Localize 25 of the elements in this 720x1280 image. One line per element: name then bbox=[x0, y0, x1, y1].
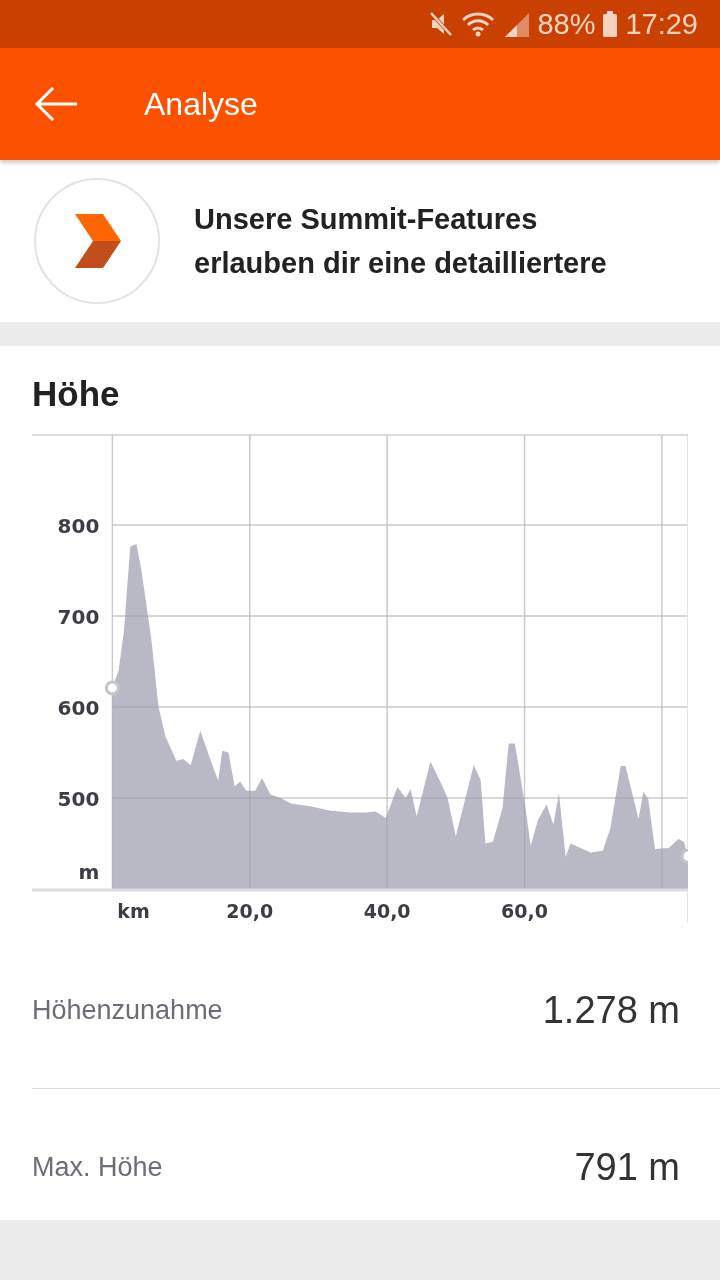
y-axis-label: 800 bbox=[57, 514, 100, 538]
stat-value: 1.278 m bbox=[542, 988, 680, 1032]
stat-value: 791 m bbox=[574, 1145, 680, 1189]
x-axis-label: 20,0 bbox=[226, 900, 274, 922]
x-axis-label: 40,0 bbox=[363, 900, 411, 922]
promo-text: Unsere Summit-Features erlauben dir eine detailliertere bbox=[194, 202, 608, 281]
y-axis-label: 600 bbox=[57, 696, 100, 720]
battery-level: 88% bbox=[537, 9, 596, 39]
start-marker bbox=[104, 680, 120, 696]
y-axis-label: 700 bbox=[57, 605, 100, 629]
screen-title: Analyse bbox=[144, 85, 258, 123]
stat-label: Höhenzunahme bbox=[32, 994, 223, 1026]
x-axis-unit: km bbox=[117, 900, 150, 922]
x-axis-label: 60,0 bbox=[501, 900, 548, 922]
end-marker bbox=[680, 848, 688, 864]
back-arrow-icon[interactable] bbox=[34, 86, 78, 122]
section-title: Höhe bbox=[32, 374, 121, 414]
y-axis-label: 500 bbox=[57, 787, 100, 811]
battery-icon bbox=[603, 11, 618, 37]
y-axis-unit: m bbox=[78, 860, 100, 884]
mute-icon bbox=[429, 11, 454, 37]
clock-time: 17:29 bbox=[625, 9, 698, 39]
wifi-icon bbox=[461, 11, 496, 37]
stat-label: Max. Höhe bbox=[32, 1151, 163, 1183]
signal-icon bbox=[503, 11, 530, 37]
